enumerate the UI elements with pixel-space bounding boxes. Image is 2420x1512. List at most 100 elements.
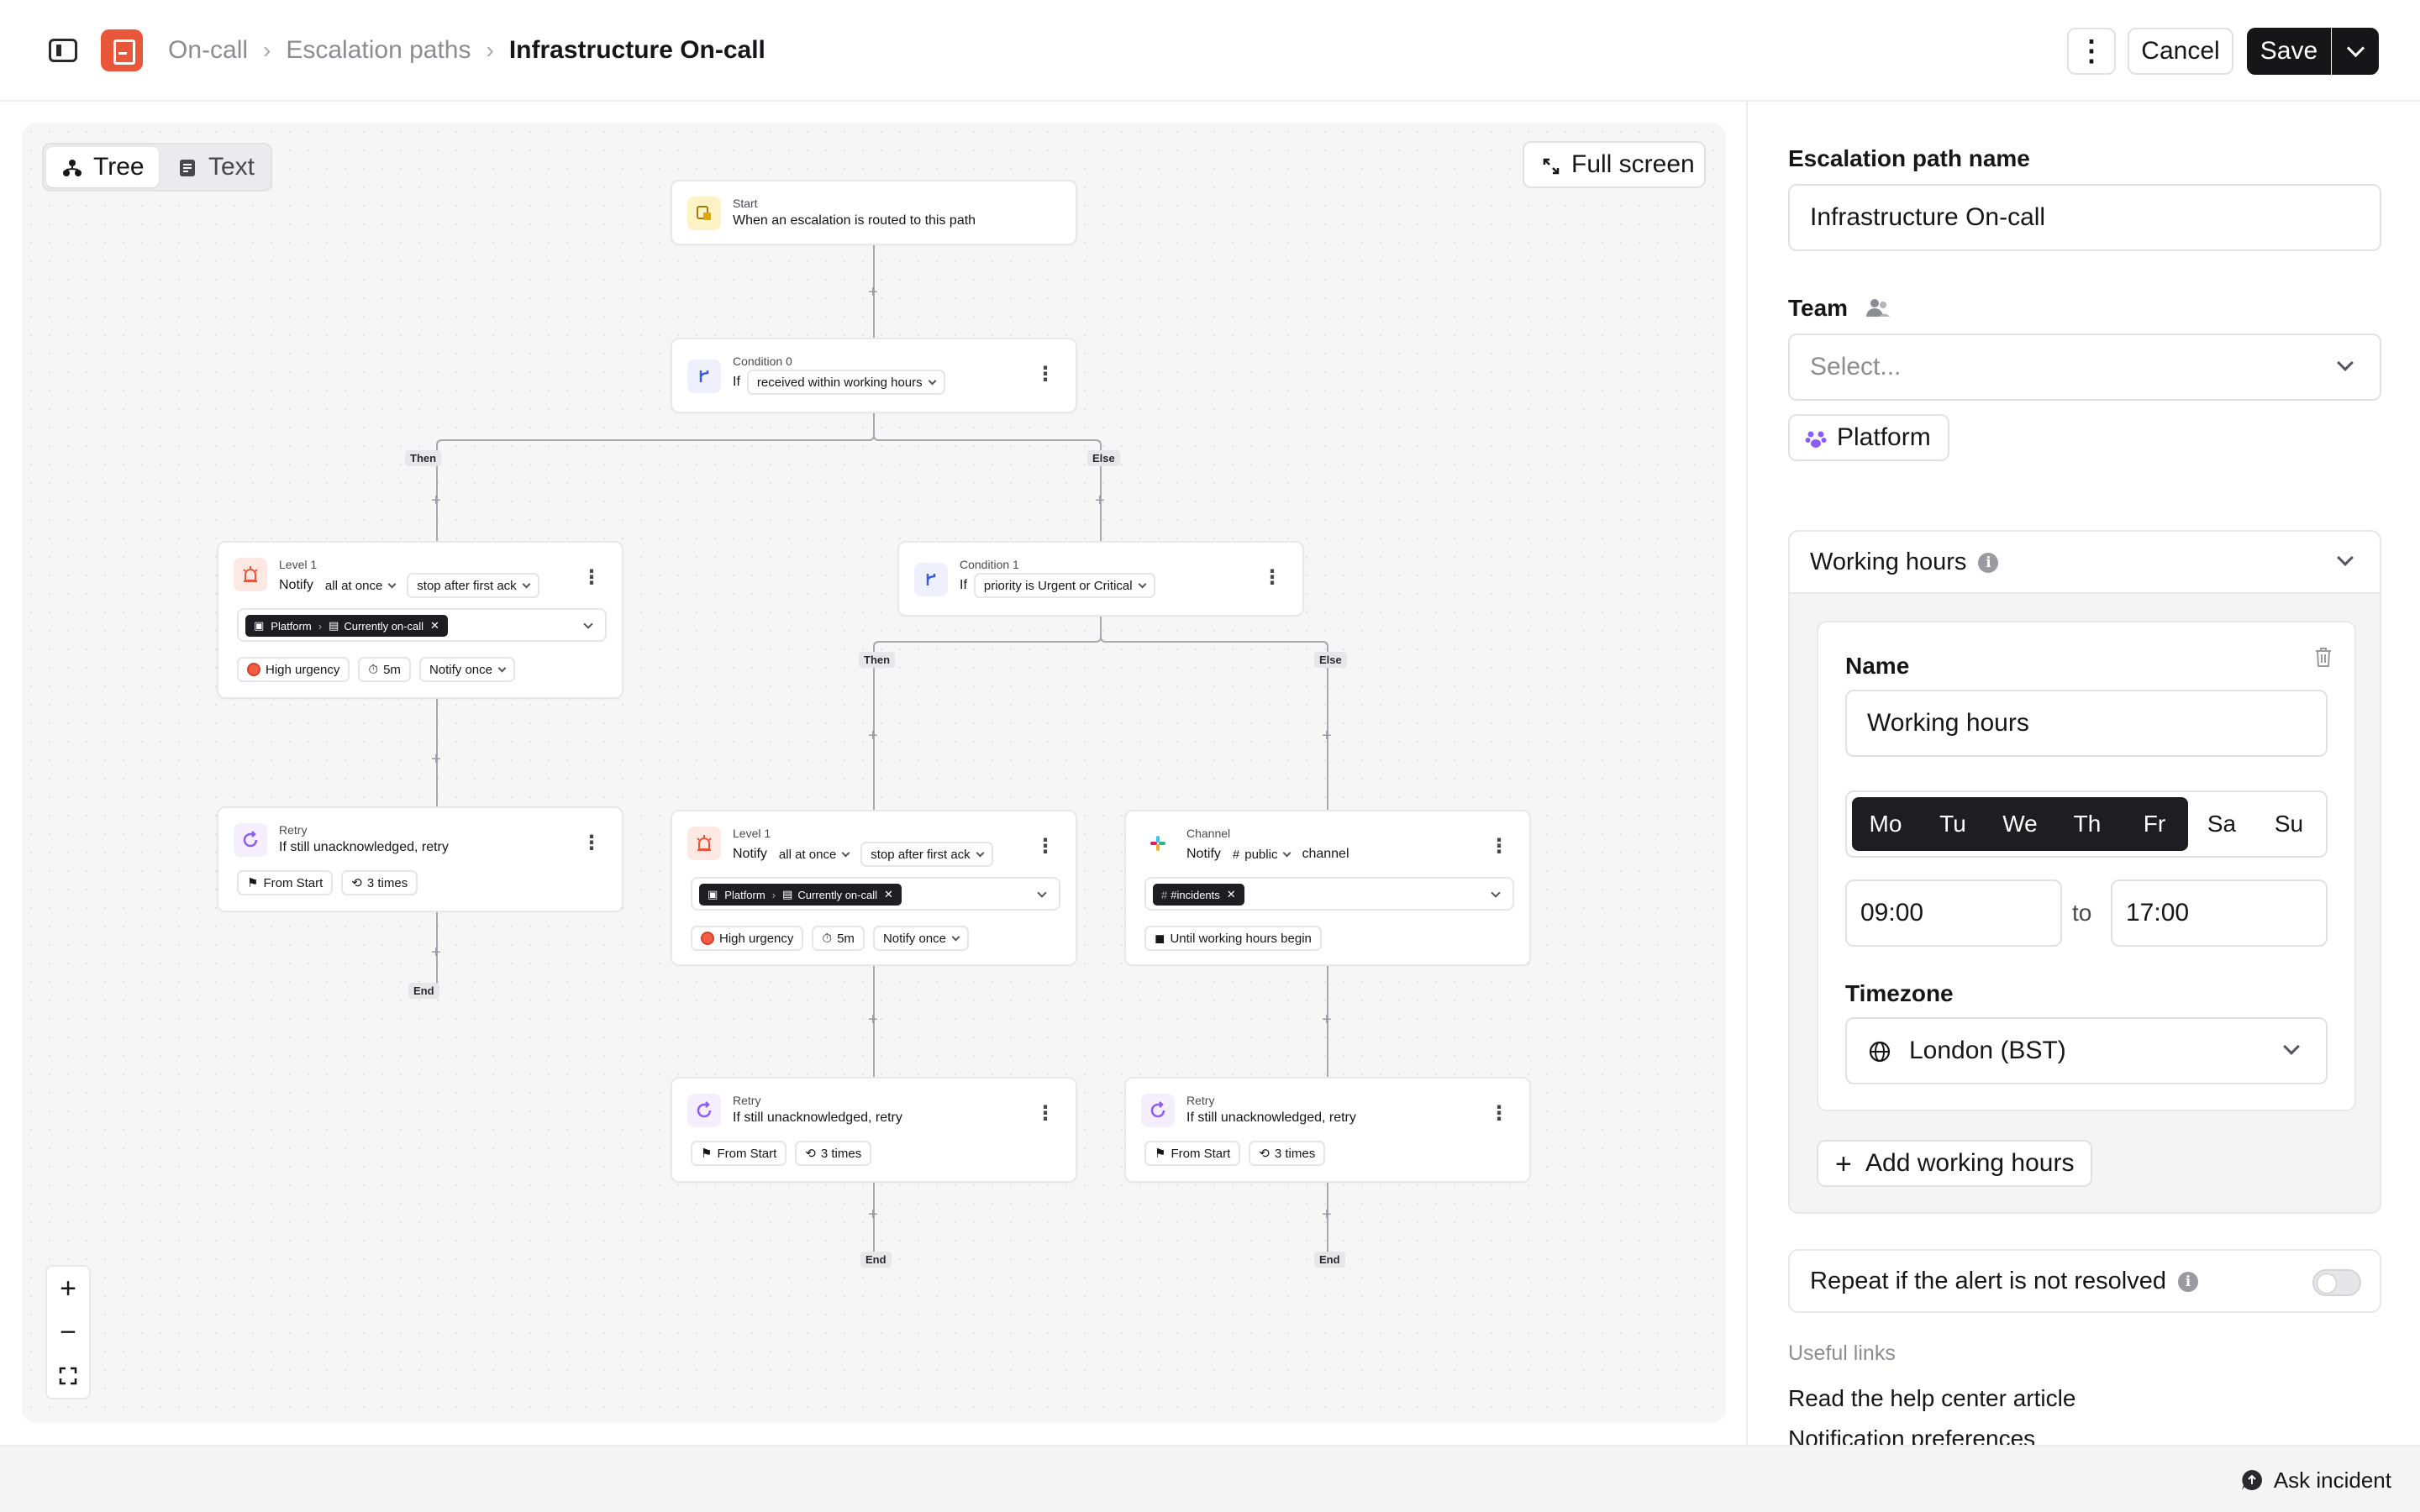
add-step-plus-icon[interactable]: + <box>1322 1206 1332 1223</box>
add-step-plus-icon[interactable]: + <box>431 751 441 768</box>
retry-from-pill[interactable]: ⚑ From Start <box>237 870 334 895</box>
save-button[interactable]: Save <box>2247 28 2331 75</box>
end-time-input[interactable]: 17:00 <box>2111 879 2328 947</box>
repeat-dropdown[interactable]: Notify once <box>418 657 515 682</box>
condition-1-node[interactable]: Condition 1 If priority is Urgent or Cri… <box>897 541 1304 617</box>
target-select[interactable]: ▣ Platform › ▤ Currently on-call ✕ <box>691 877 1060 911</box>
team-chip-platform[interactable]: Platform <box>1788 414 1949 461</box>
day-su[interactable]: Su <box>2255 797 2323 851</box>
app-logo[interactable] <box>101 29 143 71</box>
retry-times-pill[interactable]: ⟲ 3 times <box>341 870 418 895</box>
wh-name-input[interactable]: Working hours <box>1845 690 2328 757</box>
notify-mode-dropdown[interactable]: all at once <box>319 573 401 598</box>
condition-0-node[interactable]: Condition 0 If received within working h… <box>671 338 1077 413</box>
retry-from-pill[interactable]: ⚑ From Start <box>691 1141 787 1166</box>
add-step-plus-icon[interactable]: + <box>868 1011 878 1028</box>
flag-icon: ⚑ <box>247 876 259 890</box>
sidebar-toggle-icon[interactable] <box>49 39 77 62</box>
stop-condition-dropdown[interactable]: stop after first ack <box>407 573 539 598</box>
repeat-toggle[interactable] <box>2312 1269 2361 1296</box>
more-options-button[interactable] <box>2067 28 2116 75</box>
add-step-plus-icon[interactable]: + <box>1322 727 1332 744</box>
add-step-plus-icon[interactable]: + <box>868 1206 878 1223</box>
breadcrumb-on-call[interactable]: On-call <box>168 36 248 65</box>
add-step-plus-icon[interactable]: + <box>868 284 878 301</box>
cancel-button[interactable]: Cancel <box>2128 28 2233 75</box>
add-step-plus-icon[interactable]: + <box>1322 1011 1332 1028</box>
ask-incident-button[interactable]: Ask incident <box>2240 1465 2391 1495</box>
condition-1-dropdown[interactable]: priority is Urgent or Critical <box>973 573 1155 598</box>
branch-then-label: Then <box>405 450 442 466</box>
wait-pill[interactable]: ◼ Until working hours begin <box>1144 926 1322 951</box>
urgency-pill[interactable]: High urgency <box>691 926 804 951</box>
channel-meta: ◼ Until working hours begin <box>1144 926 1330 951</box>
briefcase-icon: ◼ <box>1155 932 1165 946</box>
zoom-out-button[interactable]: − <box>47 1310 89 1354</box>
urgency-pill[interactable]: High urgency <box>237 657 350 682</box>
target-schedule: Currently on-call <box>797 888 877 901</box>
day-sa[interactable]: Sa <box>2188 797 2255 851</box>
timezone-select[interactable]: London (BST) <box>1845 1017 2328 1084</box>
retry-times-pill[interactable]: ⟲ 3 times <box>795 1141 872 1166</box>
target-select[interactable]: ▣ Platform › ▤ Currently on-call ✕ <box>237 608 607 642</box>
node-menu-icon[interactable]: ⋮ <box>1035 365 1055 385</box>
condition-0-dropdown[interactable]: received within working hours <box>746 370 945 395</box>
condition-1-value: priority is Urgent or Critical <box>983 578 1133 593</box>
info-icon[interactable]: i <box>1978 552 1999 573</box>
level-1-node[interactable]: Level 1 Notify all at once stop after fi… <box>217 541 623 699</box>
day-mo[interactable]: Mo <box>1852 797 1919 851</box>
info-icon[interactable]: i <box>2177 1271 2198 1292</box>
node-menu-icon[interactable]: ⋮ <box>1035 1104 1055 1124</box>
remove-channel-icon[interactable]: ✕ <box>1227 888 1236 901</box>
remove-target-icon[interactable]: ✕ <box>430 619 439 633</box>
add-step-plus-icon[interactable]: + <box>1095 492 1105 509</box>
notify-mode-dropdown[interactable]: all at once <box>773 842 855 867</box>
team-select[interactable]: Select... <box>1788 333 2381 401</box>
escalation-path-name-input[interactable]: Infrastructure On-call <box>1788 184 2381 251</box>
retry-from-pill[interactable]: ⚑ From Start <box>1144 1141 1241 1166</box>
add-working-hours-button[interactable]: + Add working hours <box>1817 1140 2093 1187</box>
zoom-in-button[interactable]: + <box>47 1267 89 1310</box>
node-menu-icon[interactable]: ⋮ <box>1489 1104 1509 1124</box>
day-th[interactable]: Th <box>2054 797 2121 851</box>
retry-node[interactable]: Retry If still unacknowledged, retry ⋮ ⚑… <box>217 806 623 912</box>
delay-pill[interactable]: ⏱ 5m <box>812 926 865 951</box>
day-we[interactable]: We <box>1986 797 2054 851</box>
fit-view-button[interactable] <box>47 1354 89 1398</box>
add-step-plus-icon[interactable]: + <box>868 727 878 744</box>
stop-condition-value: stop after first ack <box>871 847 971 862</box>
delay-pill[interactable]: ⏱ 5m <box>358 657 411 682</box>
retry-node[interactable]: Retry If still unacknowledged, retry ⋮ ⚑… <box>1124 1077 1531 1183</box>
channel-select[interactable]: # #incidents ✕ <box>1144 877 1514 911</box>
node-menu-icon[interactable]: ⋮ <box>1035 837 1055 857</box>
add-step-plus-icon[interactable]: + <box>431 944 441 961</box>
retry-times-pill[interactable]: ⟲ 3 times <box>1249 1141 1326 1166</box>
retry-icon <box>687 1094 721 1127</box>
weekday-selector: Mo Tu We Th Fr Sa Su <box>1845 790 2328 858</box>
level-1-node[interactable]: Level 1 Notify all at once stop after fi… <box>671 810 1077 966</box>
save-options-chevron-button[interactable] <box>2332 28 2379 75</box>
channel-visibility-dropdown[interactable]: # public <box>1227 842 1296 867</box>
trash-icon[interactable] <box>2314 646 2333 668</box>
escalation-canvas[interactable]: Tree Text Full screen + + + + + + + + + <box>22 123 1726 1423</box>
node-menu-icon[interactable]: ⋮ <box>1262 568 1282 588</box>
help-center-link[interactable]: Read the help center article <box>1788 1385 2075 1412</box>
day-tu[interactable]: Tu <box>1919 797 1986 851</box>
stop-condition-dropdown[interactable]: stop after first ack <box>860 842 993 867</box>
breadcrumb-escalation-paths[interactable]: Escalation paths <box>286 36 471 65</box>
notification-preferences-link[interactable]: Notification preferences <box>1788 1425 2035 1445</box>
retry-node[interactable]: Retry If still unacknowledged, retry ⋮ ⚑… <box>671 1077 1077 1183</box>
day-fr[interactable]: Fr <box>2121 797 2188 851</box>
node-menu-icon[interactable]: ⋮ <box>581 568 602 588</box>
node-menu-icon[interactable]: ⋮ <box>581 833 602 853</box>
start-node[interactable]: Start When an escalation is routed to th… <box>671 180 1077 245</box>
repeat-dropdown[interactable]: Notify once <box>872 926 969 951</box>
chevron-down-icon <box>1283 848 1292 857</box>
start-time-input[interactable]: 09:00 <box>1845 879 2062 947</box>
channel-node[interactable]: Channel Notify # public channel ⋮ # #inci… <box>1124 810 1531 966</box>
remove-target-icon[interactable]: ✕ <box>884 888 893 901</box>
add-step-plus-icon[interactable]: + <box>431 492 441 509</box>
start-title: When an escalation is routed to this pat… <box>733 213 976 228</box>
node-menu-icon[interactable]: ⋮ <box>1489 837 1509 857</box>
working-hours-header[interactable]: Working hours i <box>1790 532 2380 594</box>
